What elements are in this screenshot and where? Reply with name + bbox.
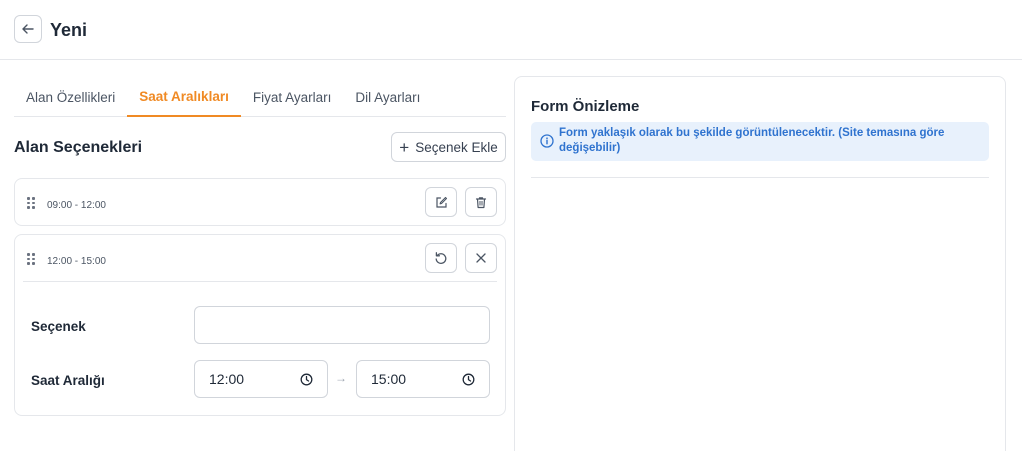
add-option-label: Seçenek Ekle — [415, 139, 498, 155]
tab-field-properties[interactable]: Alan Özellikleri — [14, 78, 127, 117]
option-time-range: 09:00 - 12:00 — [47, 200, 106, 211]
page-title: Yeni — [50, 20, 88, 40]
trash-icon — [475, 196, 487, 208]
option-field-label: Seçenek — [31, 319, 86, 334]
undo-icon — [435, 252, 447, 264]
start-time-input[interactable]: 12:00 — [194, 360, 328, 398]
add-option-button[interactable]: + Seçenek Ekle — [391, 132, 506, 162]
tab-language-settings[interactable]: Dil Ayarları — [343, 78, 432, 117]
form-preview-panel: Form Önizleme Form yaklaşık olarak bu şe… — [514, 76, 1006, 451]
option-item: 09:00 - 12:00 — [14, 178, 506, 226]
start-time-value: 12:00 — [209, 371, 245, 387]
page-header: Yeni — [0, 0, 1022, 60]
preview-title: Form Önizleme — [531, 98, 640, 115]
info-text: Form yaklaşık olarak bu şekilde görüntül… — [559, 127, 945, 154]
drag-handle-icon[interactable] — [27, 197, 35, 209]
edit-icon — [435, 196, 447, 208]
option-item-expanded: 12:00 - 15:00 Seçenek Saat Aralığı 12:00… — [14, 234, 506, 416]
range-separator: → — [335, 371, 347, 385]
options-section-title: Alan Seçenekleri — [14, 139, 143, 156]
tab-bar: Alan Özellikleri Saat Aralıkları Fiyat A… — [14, 78, 506, 117]
tab-price-settings[interactable]: Fiyat Ayarları — [241, 78, 344, 117]
option-input[interactable] — [194, 306, 490, 344]
arrow-left-icon — [22, 24, 34, 34]
clock-icon[interactable] — [462, 373, 475, 386]
option-time-range: 12:00 - 15:00 — [47, 256, 106, 267]
plus-icon: + — [399, 137, 410, 157]
time-range-label: Saat Aralığı — [31, 373, 105, 388]
close-button[interactable] — [465, 243, 497, 273]
close-icon — [476, 253, 486, 263]
undo-button[interactable] — [425, 243, 457, 273]
tab-time-ranges[interactable]: Saat Aralıkları — [127, 78, 241, 117]
info-icon — [540, 134, 554, 148]
divider — [23, 281, 497, 282]
drag-handle-icon[interactable] — [27, 253, 35, 265]
info-alert: Form yaklaşık olarak bu şekilde görüntül… — [531, 122, 989, 161]
back-button[interactable] — [14, 15, 42, 43]
divider — [531, 177, 989, 178]
end-time-value: 15:00 — [371, 371, 407, 387]
end-time-input[interactable]: 15:00 — [356, 360, 490, 398]
clock-icon[interactable] — [300, 373, 313, 386]
edit-button[interactable] — [425, 187, 457, 217]
delete-button[interactable] — [465, 187, 497, 217]
